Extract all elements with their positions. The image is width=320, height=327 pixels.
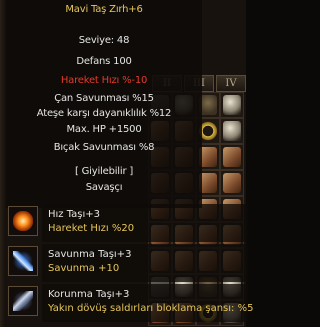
socket-bonus: Savunma +10 [48,263,120,274]
item-icon [223,147,241,167]
stat-line: Max. HP +1500 [66,124,142,135]
fire-stone-icon [8,206,38,236]
wearable-label: [ Giyilebilir ] [74,166,134,177]
item-icon [223,173,241,193]
stat-line: Bıçak Savunması %8 [53,142,155,153]
item-icon [223,121,241,141]
socket-speed: Hız Taşı+3 Hareket Hızı %20 [6,204,248,244]
stat-line: Çan Savunması %15 [54,93,154,104]
item-name: Mavi Taş Zırh+6 [65,4,143,15]
class-label: Savaşçı [85,182,123,193]
inventory-slot[interactable] [220,92,244,118]
inventory-slot[interactable] [220,118,244,144]
stat-line: Ateşe karşı dayanıklılık %12 [36,108,172,119]
item-defense: Defans 100 [76,56,132,67]
item-level: Seviye: 48 [78,35,130,46]
item-attack-speed: Hareket Hızı %-10 [60,75,148,86]
socket-bonus: Hareket Hızı %20 [48,223,135,234]
tab-iv[interactable]: IV [216,75,246,92]
socket-name: Savunma Taşı+3 [48,249,132,260]
inventory-slot[interactable] [220,144,244,170]
socket-defense: Savunma Taşı+3 Savunma +10 [6,244,248,284]
shield-stone-icon [8,286,38,316]
socket-protection: Korunma Taşı+3 Yakın dövüş saldırları bl… [6,284,253,324]
inventory-slot[interactable] [220,170,244,196]
socket-bonus: Yakın dövüş saldırları bloklama şansı: %… [48,303,254,314]
socket-name: Hız Taşı+3 [48,209,101,220]
socket-name: Korunma Taşı+3 [48,289,130,300]
item-tooltip: Mavi Taş Zırh+6 Seviye: 48 Defans 100 Ha… [6,0,202,208]
ice-stone-icon [8,246,38,276]
item-icon [223,95,241,115]
